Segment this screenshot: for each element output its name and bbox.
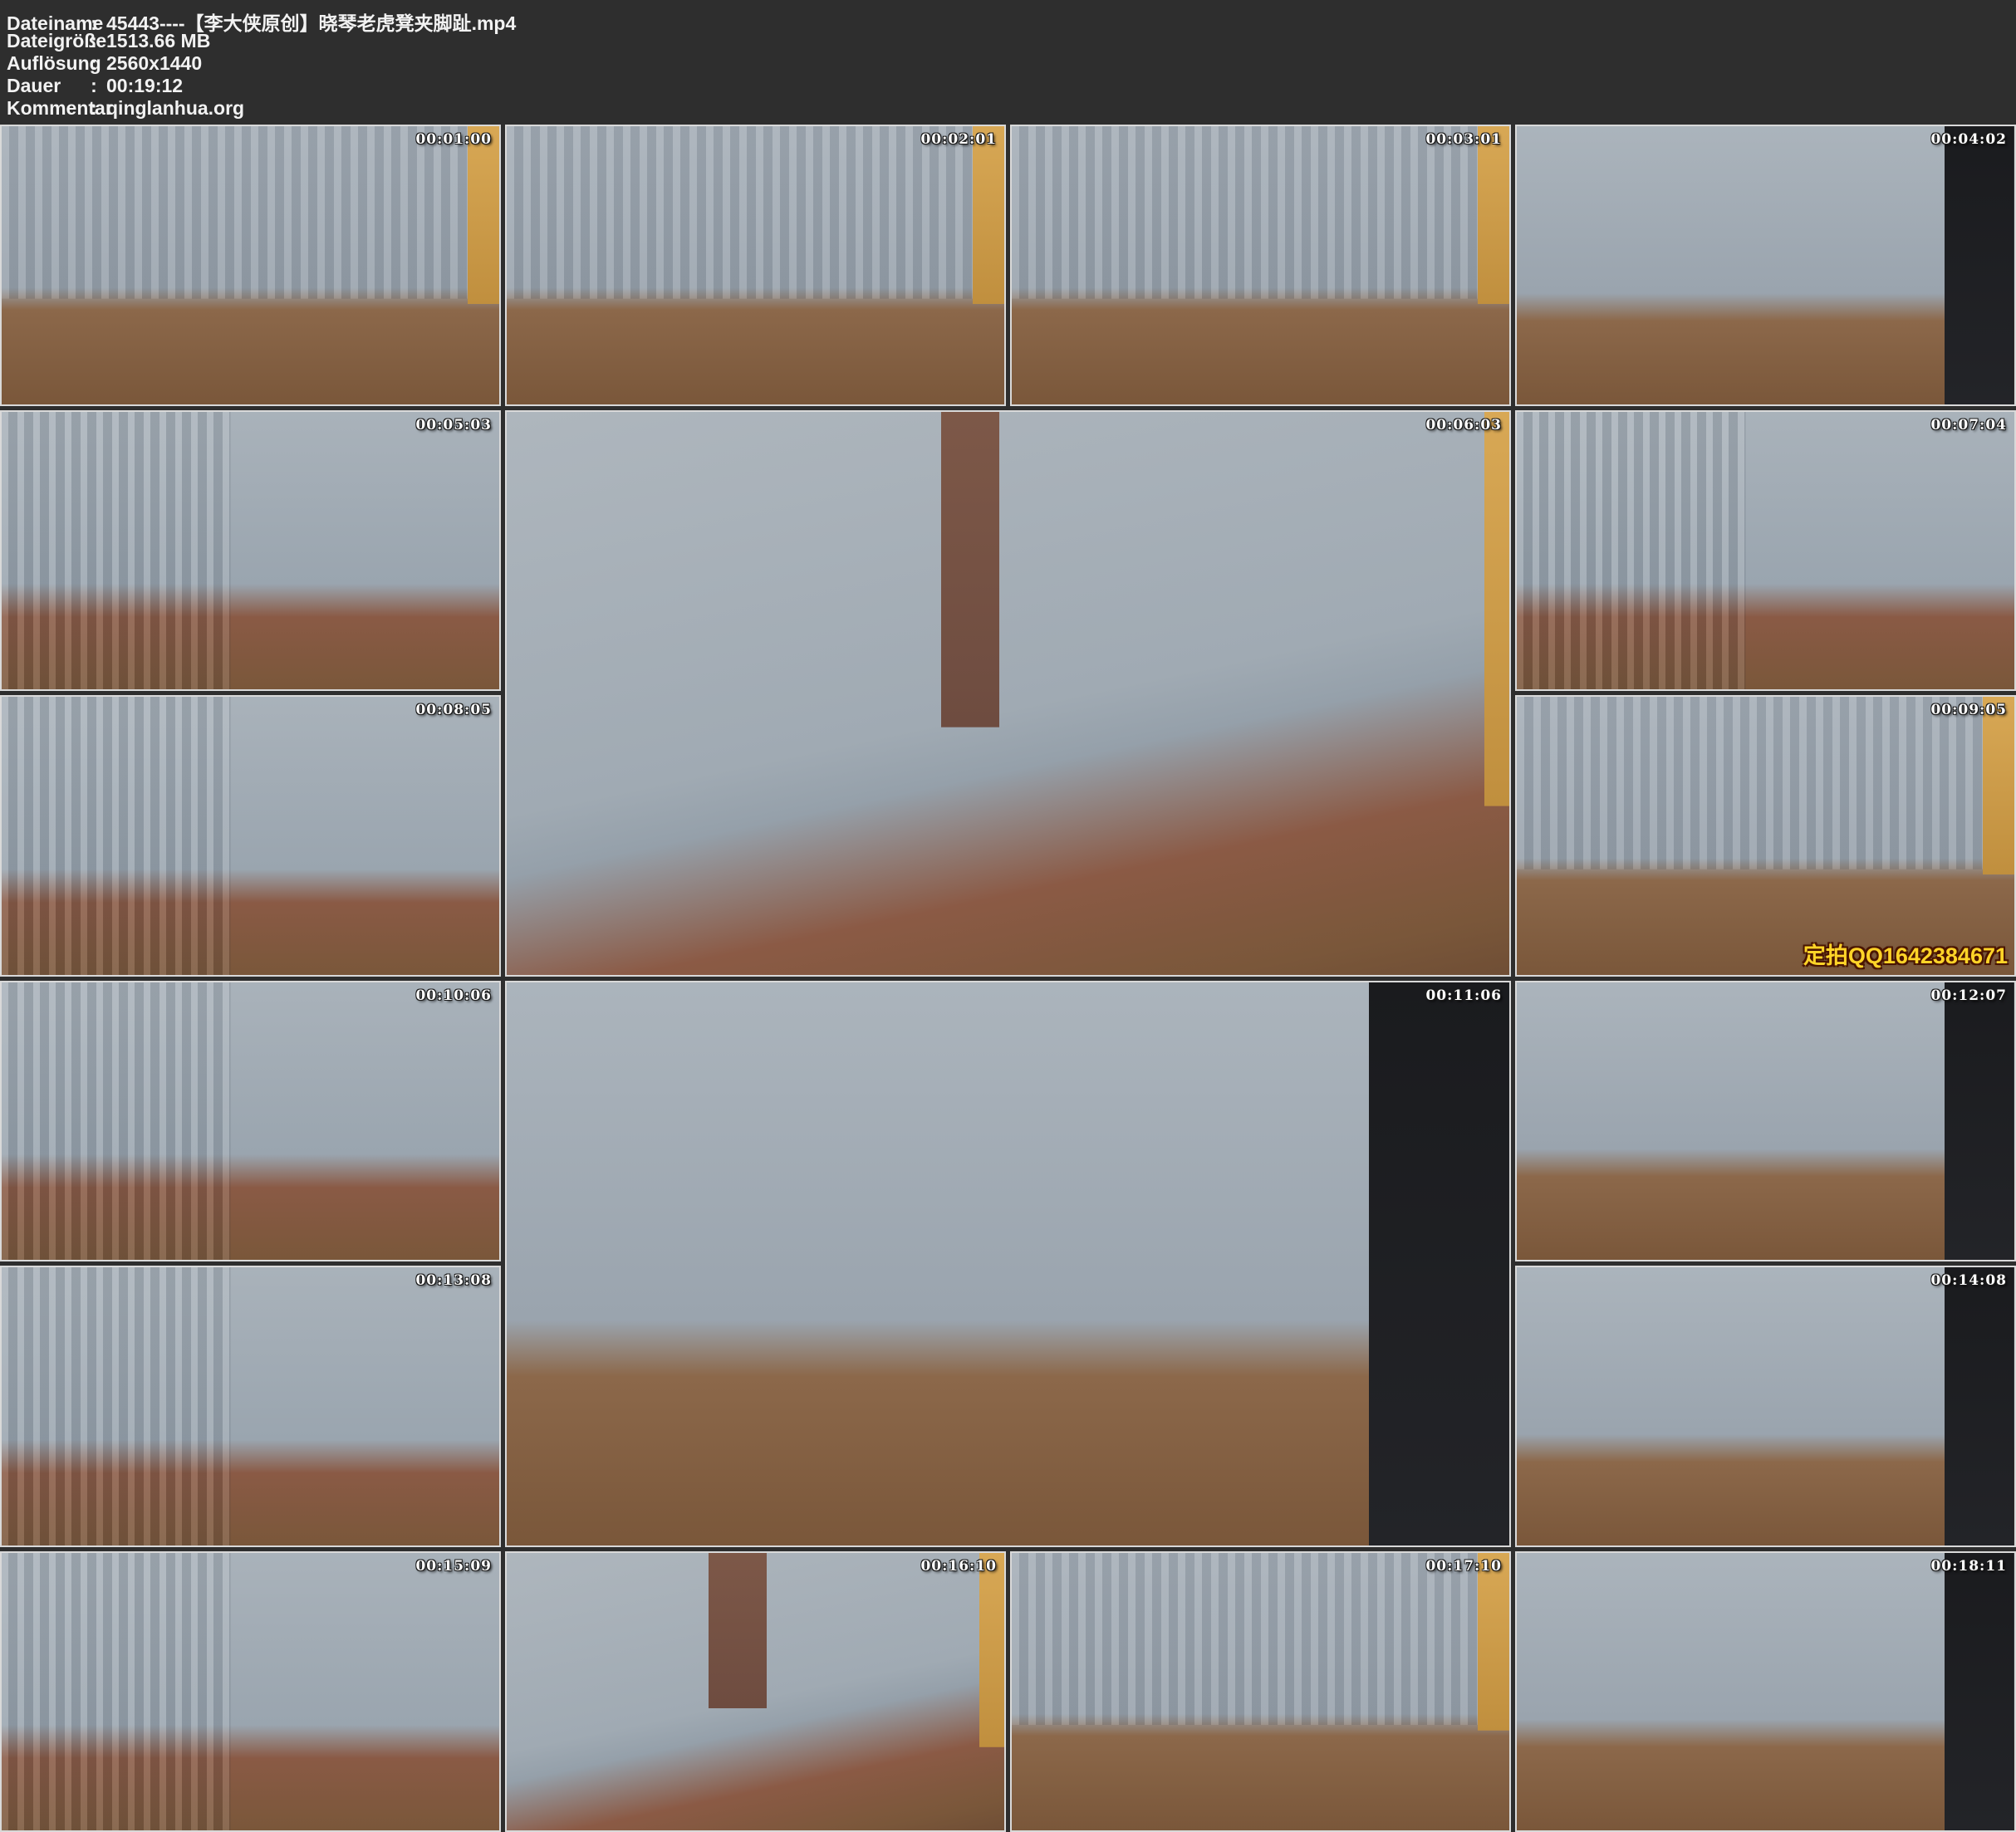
metadata-row-duration: Dauer : 00:19:12: [7, 75, 2016, 97]
timestamp-overlay: 00:10:06: [415, 987, 492, 1004]
video-thumbnail: 00:09:05 定拍QQ1642384671: [1515, 695, 2016, 977]
duration-value: 00:19:12: [106, 75, 183, 97]
metadata-label: Auflösung: [7, 52, 86, 75]
timestamp-overlay: 00:02:01: [920, 131, 997, 148]
metadata-label: Kommentar: [7, 97, 86, 120]
video-thumbnail-large: 00:11:06: [505, 981, 1511, 1547]
video-thumbnail: 00:10:06: [0, 981, 501, 1262]
metadata-separator: :: [86, 30, 101, 52]
timestamp-overlay: 00:01:00: [415, 131, 492, 148]
timestamp-overlay: 00:12:07: [1930, 987, 2007, 1004]
metadata-separator: :: [86, 52, 101, 75]
timestamp-overlay: 00:15:09: [415, 1558, 492, 1575]
metadata-label: Dateigröße: [7, 30, 86, 52]
filesize-value: 1513.66 MB: [106, 30, 210, 52]
video-thumbnail: 00:05:03: [0, 410, 501, 692]
metadata-separator: :: [86, 97, 101, 120]
video-thumbnail: 00:16:10: [505, 1551, 1006, 1832]
video-thumbnail: 00:08:05: [0, 695, 501, 977]
metadata-label: Dauer: [7, 75, 86, 97]
video-thumbnail: 00:17:10: [1010, 1551, 1511, 1832]
timestamp-overlay: 00:09:05: [1930, 702, 2007, 718]
timestamp-overlay: 00:13:08: [415, 1272, 492, 1289]
video-thumbnail: 00:04:02: [1515, 125, 2016, 406]
video-thumbnail: 00:07:04: [1515, 410, 2016, 692]
metadata-row-resolution: Auflösung : 2560x1440: [7, 52, 2016, 75]
video-thumbnail-large: 00:06:03: [505, 410, 1511, 977]
timestamp-overlay: 00:18:11: [1930, 1558, 2007, 1575]
metadata-row-filename: Dateiname : 45443----【李大侠原创】晓琴老虎凳夹脚趾.mp4: [7, 7, 2016, 30]
timestamp-overlay: 00:05:03: [415, 417, 492, 434]
video-thumbnail: 00:03:01: [1010, 125, 1511, 406]
timestamp-overlay: 00:16:10: [920, 1558, 997, 1575]
metadata-row-comment: Kommentar : qinglanhua.org: [7, 97, 2016, 120]
thumbnail-grid: 00:01:00 00:02:01 00:03:01 00:04:02 00:0…: [0, 125, 2016, 1832]
timestamp-overlay: 00:07:04: [1930, 417, 2007, 434]
video-thumbnail: 00:01:00: [0, 125, 501, 406]
timestamp-overlay: 00:08:05: [415, 702, 492, 718]
comment-value: qinglanhua.org: [106, 97, 244, 120]
metadata-separator: :: [86, 75, 101, 97]
video-thumbnail: 00:02:01: [505, 125, 1006, 406]
timestamp-overlay: 00:11:06: [1425, 987, 1502, 1004]
timestamp-overlay: 00:06:03: [1425, 417, 1502, 434]
video-thumbnail: 00:12:07: [1515, 981, 2016, 1262]
video-thumbnail: 00:15:09: [0, 1551, 501, 1832]
video-thumbnail: 00:13:08: [0, 1266, 501, 1547]
timestamp-overlay: 00:17:10: [1425, 1558, 1502, 1575]
resolution-value: 2560x1440: [106, 52, 202, 75]
timestamp-overlay: 00:04:02: [1930, 131, 2007, 148]
file-metadata-header: Dateiname : 45443----【李大侠原创】晓琴老虎凳夹脚趾.mp4…: [0, 0, 2016, 125]
timestamp-overlay: 00:03:01: [1425, 131, 1502, 148]
qq-watermark: 定拍QQ1642384671: [1803, 938, 2008, 970]
video-thumbnail: 00:14:08: [1515, 1266, 2016, 1547]
video-thumbnail: 00:18:11: [1515, 1551, 2016, 1832]
timestamp-overlay: 00:14:08: [1930, 1272, 2007, 1289]
